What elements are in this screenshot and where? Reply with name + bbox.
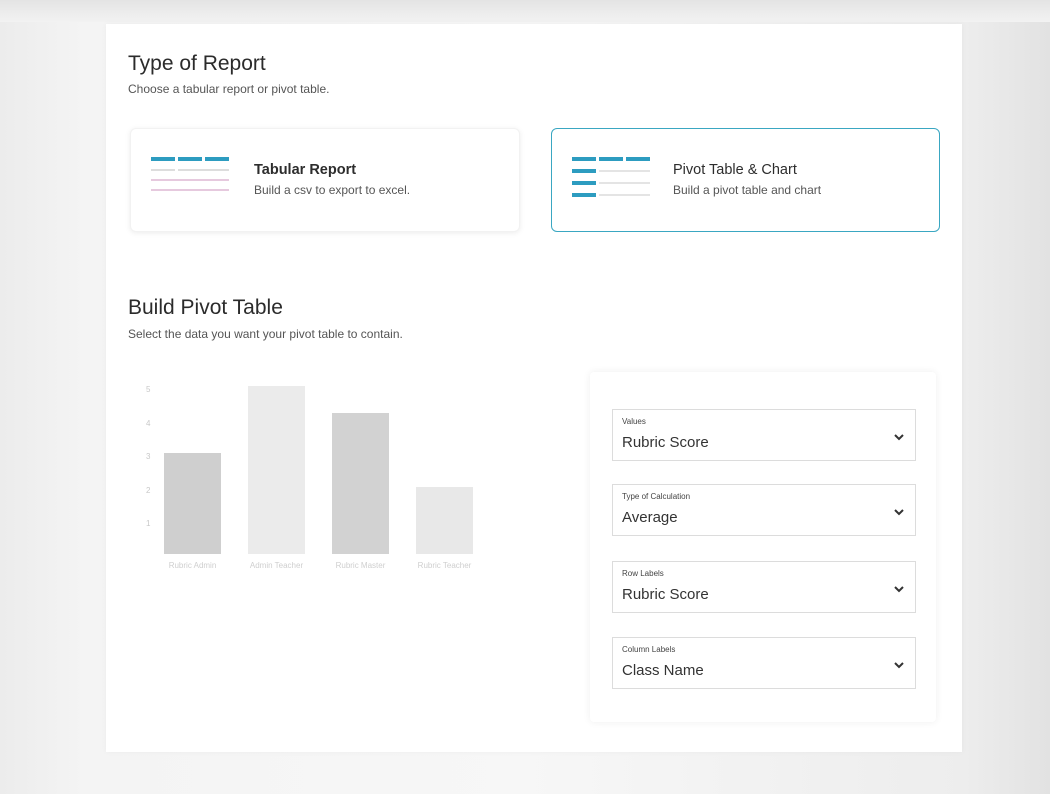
- x-tick-label: Rubric Admin: [168, 561, 217, 570]
- pivot-config-panel: Values Rubric Score Type of Calculation …: [590, 372, 936, 722]
- y-tick-label: 3: [146, 452, 151, 462]
- chart-bar: [332, 412, 389, 554]
- column-labels-value: Class Name: [622, 662, 704, 679]
- pivot-table-chart-option[interactable]: Pivot Table & Chart Build a pivot table …: [551, 128, 940, 232]
- pivot-preview-chart: 5 4 3 2 1 Rubric Admin Admin Teacher Rubric Mas…: [142, 380, 482, 600]
- table-icon: [151, 157, 229, 191]
- chart-bar: [248, 386, 305, 554]
- x-tick-label: Rubric Teacher: [417, 561, 472, 570]
- calculation-type-label: Type of Calculation: [622, 492, 691, 501]
- build-pivot-title: Build Pivot Table: [128, 296, 283, 319]
- chevron-down-icon: [894, 586, 904, 593]
- type-of-report-subtitle: Choose a tabular report or pivot table.: [128, 82, 330, 96]
- build-pivot-subtitle: Select the data you want your pivot tabl…: [128, 327, 403, 341]
- y-tick-label: 4: [146, 418, 151, 428]
- y-tick-label: 1: [146, 519, 151, 529]
- x-tick-label: Rubric Master: [335, 561, 386, 570]
- y-tick-label: 5: [146, 385, 151, 394]
- chevron-down-icon: [894, 662, 904, 669]
- column-labels-label: Column Labels: [622, 645, 676, 654]
- values-select[interactable]: Values Rubric Score: [612, 409, 916, 461]
- tabular-report-option[interactable]: Tabular Report Build a csv to export to …: [130, 128, 520, 232]
- chevron-down-icon: [894, 509, 904, 516]
- row-labels-value: Rubric Score: [622, 586, 709, 603]
- y-tick-label: 2: [146, 485, 151, 495]
- tabular-report-title: Tabular Report: [254, 162, 357, 178]
- type-of-report-title: Type of Report: [128, 52, 266, 75]
- calculation-type-select[interactable]: Type of Calculation Average: [612, 484, 916, 536]
- chevron-down-icon: [894, 434, 904, 441]
- top-shade: [0, 0, 1050, 22]
- values-label: Values: [622, 417, 646, 426]
- chart-bar: [416, 486, 473, 554]
- calculation-type-value: Average: [622, 509, 678, 526]
- row-labels-label: Row Labels: [622, 569, 664, 578]
- pivot-table-chart-title: Pivot Table & Chart: [673, 162, 797, 178]
- pivot-table-chart-description: Build a pivot table and chart: [673, 183, 822, 197]
- x-tick-label: Admin Teacher: [249, 561, 304, 570]
- chart-bar: [164, 453, 221, 554]
- tabular-report-description: Build a csv to export to excel.: [254, 183, 411, 197]
- column-labels-select[interactable]: Column Labels Class Name: [612, 637, 916, 689]
- values-value: Rubric Score: [622, 434, 709, 451]
- row-labels-select[interactable]: Row Labels Rubric Score: [612, 561, 916, 613]
- pivot-table-icon: [572, 157, 650, 197]
